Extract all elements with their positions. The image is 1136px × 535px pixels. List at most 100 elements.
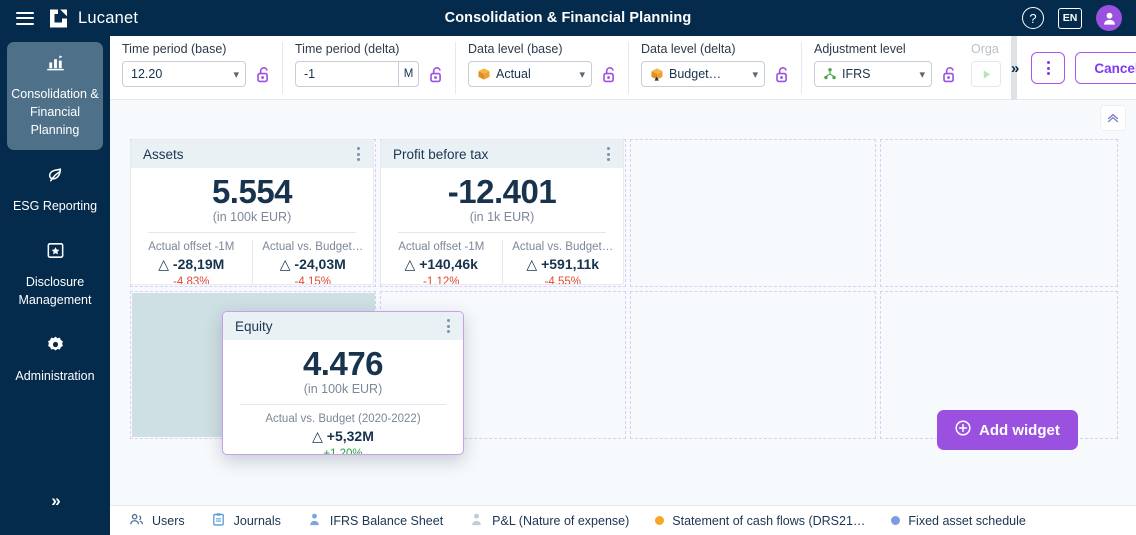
grid-cell[interactable]	[630, 291, 876, 439]
cube-icon	[477, 67, 491, 81]
widget-unit: (in 100k EUR)	[303, 382, 383, 396]
select-value: IFRS	[842, 67, 871, 81]
footer-tab-label: Users	[152, 513, 185, 528]
lock-toggle-data-level-base[interactable]	[599, 63, 619, 85]
kpi-percent: -4,83%	[173, 276, 210, 285]
sidebar-item-administration[interactable]: Administration	[7, 324, 103, 396]
lock-toggle-adjustment-level[interactable]	[939, 63, 959, 85]
adjustment-level-select[interactable]: IFRS ▾	[814, 61, 932, 87]
kpi-percent: -1,12%	[423, 276, 460, 285]
person-icon	[469, 512, 484, 530]
kpi-delta-value: -28,19M	[172, 256, 225, 272]
kpi-label: Actual vs. Budget…	[262, 241, 364, 253]
kpi-delta: △ +591,11k	[507, 255, 620, 274]
hamburger-menu-icon[interactable]	[16, 11, 34, 25]
hierarchy-icon	[823, 67, 837, 81]
input-value: -1	[304, 67, 316, 81]
language-selector[interactable]: EN	[1058, 7, 1082, 29]
kpi-percent: +1,20%	[323, 448, 363, 455]
widget-card-assets[interactable]: Assets 5.554 (in 100k EUR) Actual offset…	[130, 139, 374, 285]
kpi-label: Actual offset -1M	[398, 241, 485, 253]
add-widget-button[interactable]: Add widget	[937, 410, 1078, 450]
widget-kpis: Actual offset -1M △ -28,19M -4,83% Actua…	[131, 240, 374, 285]
param-data-level-delta: Data level (delta) Budget… ▾	[629, 36, 802, 100]
footer-tab-bar: Users Journals IFRS Balance Sheet P&L (N…	[110, 505, 1136, 535]
kpi-item: Actual vs. Budget… △ +591,11k -4,55%	[501, 240, 624, 284]
widget-menu-icon[interactable]	[601, 147, 615, 161]
widget-title: Assets	[143, 146, 184, 162]
sidebar-item-consolidation-financial-planning[interactable]: Consolidation & Financial Planning	[7, 42, 103, 150]
grid-cell[interactable]	[880, 139, 1118, 287]
sidebar: Consolidation & Financial Planning ESG R…	[0, 36, 110, 535]
footer-tab-fixed-asset-schedule[interactable]: Fixed asset schedule	[878, 506, 1038, 535]
footer-tab-ifrs-balance-sheet[interactable]: IFRS Balance Sheet	[294, 506, 456, 535]
footer-tab-label: Fixed asset schedule	[908, 513, 1026, 528]
widget-menu-icon[interactable]	[351, 147, 365, 161]
select-value: 12.20	[131, 67, 163, 81]
param-data-level-base: Data level (base) Actual ▾	[456, 36, 629, 100]
kpi-delta-value: +5,32M	[326, 428, 374, 444]
sidebar-item-esg-reporting[interactable]: ESG Reporting	[7, 154, 103, 226]
param-label: Data level (delta)	[641, 42, 736, 56]
sidebar-expand-toggle[interactable]: »	[0, 491, 110, 511]
help-circle-icon[interactable]: ?	[1022, 7, 1044, 29]
widget-title: Profit before tax	[393, 146, 489, 162]
avatar[interactable]	[1096, 5, 1122, 31]
grid-cell[interactable]	[630, 139, 876, 287]
param-label: Data level (base)	[468, 42, 563, 56]
data-level-delta-select[interactable]: Budget… ▾	[641, 61, 765, 87]
cancel-button[interactable]: Cancel	[1075, 52, 1136, 84]
kpi-delta: △ -24,03M	[257, 255, 370, 274]
cube-delta-icon	[650, 67, 664, 81]
bar-chart-icon	[11, 52, 99, 78]
chevron-down-icon: ▾	[752, 68, 758, 81]
kpi-delta-value: +140,46k	[419, 256, 478, 272]
sidebar-item-label: ESG Reporting	[12, 199, 98, 213]
lock-toggle-time-period-delta[interactable]	[426, 63, 446, 85]
time-period-base-select[interactable]: 12.20 ▾	[122, 61, 246, 87]
footer-tab-users[interactable]: Users	[116, 506, 198, 535]
brand[interactable]: Lucanet	[48, 8, 138, 29]
kpi-item: Actual vs. Budget… △ -24,03M -4,15%	[251, 240, 374, 284]
chevron-double-up-icon[interactable]	[1100, 105, 1126, 131]
time-period-delta-input[interactable]: -1 M	[295, 61, 419, 87]
more-options-button[interactable]	[1031, 52, 1066, 84]
delta-unit-label: M	[398, 62, 418, 86]
top-header-bar: Lucanet Consolidation & Financial Planni…	[0, 0, 1136, 36]
widget-header: Assets	[131, 140, 373, 168]
widget-kpis: Actual vs. Budget (2020-2022) △ +5,32M +…	[223, 412, 463, 455]
delta-triangle-icon: △	[312, 428, 323, 444]
kpi-delta-value: +591,11k	[541, 256, 600, 272]
footer-tab-journals[interactable]: Journals	[198, 506, 294, 535]
delta-triangle-icon: △	[279, 256, 291, 272]
divider	[147, 232, 357, 233]
widget-header: Profit before tax	[381, 140, 623, 168]
widget-card-equity-dragging[interactable]: Equity 4.476 (in 100k EUR) Actual vs. Bu…	[222, 311, 464, 455]
widget-body: 4.476 (in 100k EUR) Actual vs. Budget (2…	[223, 340, 463, 455]
footer-tab-statement-of-cash-flows[interactable]: Statement of cash flows (DRS21…	[642, 506, 878, 535]
widget-title: Equity	[235, 318, 273, 334]
dashboard-canvas: Assets 5.554 (in 100k EUR) Actual offset…	[110, 100, 1136, 505]
users-icon	[129, 512, 144, 530]
kpi-delta: △ +5,32M	[223, 427, 463, 446]
widget-menu-icon[interactable]	[441, 319, 455, 333]
lock-toggle-data-level-delta[interactable]	[772, 63, 792, 85]
lock-toggle-time-period-base[interactable]	[253, 63, 273, 85]
widget-card-profit-before-tax[interactable]: Profit before tax -12.401 (in 1k EUR) Ac…	[380, 139, 624, 285]
parameter-toolbar: Time period (base) 12.20 ▾ Time period (…	[110, 36, 1136, 100]
widget-body: -12.401 (in 1k EUR) Actual offset -1M △ …	[381, 168, 624, 285]
sidebar-item-disclosure-management[interactable]: Disclosure Management	[7, 230, 103, 320]
widget-value: -12.401	[447, 173, 557, 210]
run-button[interactable]	[971, 61, 1001, 87]
kpi-delta: △ -28,19M	[135, 255, 248, 274]
widget-grid: Assets 5.554 (in 100k EUR) Actual offset…	[130, 139, 1118, 455]
plus-circle-icon	[955, 420, 971, 440]
footer-tab-pl-nature-of-expense[interactable]: P&L (Nature of expense)	[456, 506, 642, 535]
widget-kpis: Actual offset -1M △ +140,46k -1,12% Actu…	[381, 240, 624, 285]
divider	[239, 404, 447, 405]
footer-tab-label: Journals	[233, 513, 281, 528]
footer-tab-label: Statement of cash flows (DRS21…	[672, 513, 866, 528]
param-label: Adjustment level	[814, 42, 906, 56]
data-level-base-select[interactable]: Actual ▾	[468, 61, 592, 87]
header-actions: ? EN	[1022, 0, 1122, 36]
